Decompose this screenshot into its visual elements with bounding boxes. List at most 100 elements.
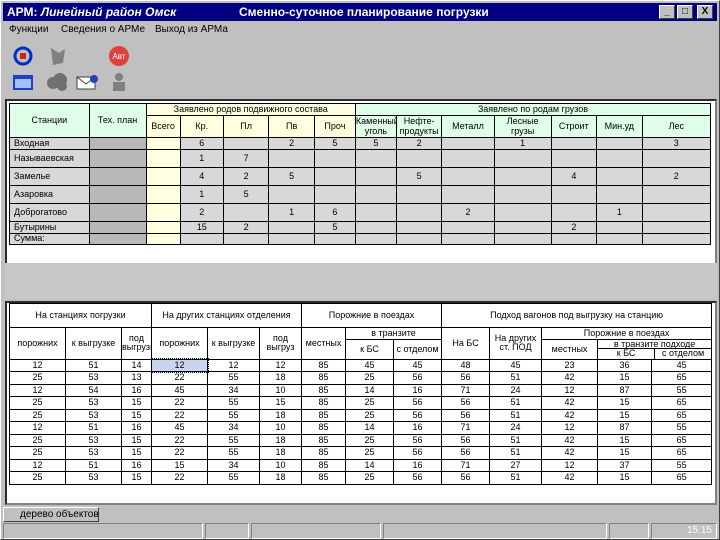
cell[interactable] <box>596 149 643 168</box>
cell[interactable]: 45 <box>393 358 443 373</box>
cell[interactable]: 12 <box>541 458 599 473</box>
cell[interactable]: 10 <box>258 383 303 398</box>
cell[interactable]: 37 <box>597 458 653 473</box>
cell[interactable]: 85 <box>301 446 347 460</box>
cell[interactable]: 2 <box>222 167 270 186</box>
cell[interactable]: 2 <box>268 137 315 150</box>
cell[interactable]: 56 <box>393 433 443 448</box>
cell[interactable]: 1 <box>268 203 315 222</box>
cell[interactable] <box>596 167 643 186</box>
cell[interactable]: 25 <box>9 396 66 410</box>
cell[interactable] <box>354 233 397 245</box>
cell[interactable]: 53 <box>65 408 122 423</box>
cell[interactable]: 18 <box>258 408 303 423</box>
cell[interactable]: 45 <box>651 358 713 373</box>
cell[interactable]: 16 <box>393 458 443 473</box>
cell[interactable] <box>268 149 315 168</box>
cell[interactable] <box>550 233 598 245</box>
cell[interactable]: 53 <box>65 471 122 485</box>
cell[interactable]: 56 <box>393 471 443 485</box>
cell[interactable]: 15 <box>121 396 152 410</box>
cell[interactable]: 2 <box>179 203 224 222</box>
cell[interactable]: 34 <box>207 421 260 435</box>
cell[interactable]: 42 <box>541 471 599 485</box>
cell[interactable]: 3 <box>641 137 712 150</box>
cell[interactable]: 55 <box>207 408 260 423</box>
cell[interactable]: 16 <box>393 421 443 435</box>
cell[interactable]: 85 <box>301 458 347 473</box>
cell[interactable] <box>395 233 443 245</box>
cell[interactable]: 53 <box>65 446 122 460</box>
cell[interactable]: 85 <box>301 358 347 373</box>
cell[interactable] <box>641 203 712 222</box>
cell[interactable] <box>641 233 712 245</box>
cell[interactable]: 56 <box>393 446 443 460</box>
refresh-icon[interactable] <box>9 43 37 69</box>
cell[interactable] <box>179 233 224 245</box>
cell[interactable]: 24 <box>489 421 543 435</box>
cell[interactable]: 6 <box>179 137 224 150</box>
cell[interactable]: 56 <box>441 446 491 460</box>
cell[interactable]: 55 <box>207 433 260 448</box>
cell[interactable]: 12 <box>9 458 66 473</box>
person-icon[interactable] <box>105 69 133 95</box>
cell[interactable]: 34 <box>207 458 260 473</box>
cell[interactable] <box>354 185 397 204</box>
cell[interactable]: 12 <box>258 358 303 373</box>
cell[interactable]: 15 <box>121 471 152 485</box>
cell[interactable] <box>596 185 643 204</box>
cell[interactable]: 18 <box>258 371 303 385</box>
cell[interactable]: 55 <box>207 471 260 485</box>
cell[interactable]: 42 <box>541 446 599 460</box>
cell[interactable]: 24 <box>489 383 543 398</box>
cell[interactable] <box>395 149 443 168</box>
cell[interactable]: 4 <box>550 167 598 186</box>
cell[interactable]: 65 <box>651 433 713 448</box>
cell[interactable] <box>145 203 181 222</box>
cell[interactable]: 65 <box>651 396 713 410</box>
cell[interactable]: 42 <box>541 371 599 385</box>
cell[interactable]: 16 <box>121 458 152 473</box>
cell[interactable]: 55 <box>651 383 713 398</box>
cell[interactable]: 23 <box>541 358 599 373</box>
tech-plan-cell[interactable] <box>88 137 147 150</box>
cell[interactable]: 18 <box>258 446 303 460</box>
cell[interactable]: 36 <box>597 358 653 373</box>
cell[interactable] <box>441 137 495 150</box>
cell[interactable] <box>550 185 598 204</box>
cell[interactable] <box>222 137 270 150</box>
cell[interactable]: 51 <box>65 358 122 373</box>
cell[interactable]: 65 <box>651 446 713 460</box>
cell[interactable]: 45 <box>489 358 543 373</box>
cell[interactable]: 2 <box>222 221 270 234</box>
cell[interactable] <box>441 185 495 204</box>
cell[interactable]: 85 <box>301 421 347 435</box>
cell[interactable] <box>493 221 552 234</box>
cell[interactable]: 27 <box>489 458 543 473</box>
cell[interactable]: 10 <box>258 458 303 473</box>
cell[interactable] <box>493 203 552 222</box>
cell[interactable] <box>441 167 495 186</box>
cell[interactable]: 22 <box>151 371 208 385</box>
cell[interactable]: 51 <box>489 433 543 448</box>
cell[interactable] <box>313 167 356 186</box>
tree-window-tab[interactable]: дерево объектов <box>3 507 99 522</box>
cell[interactable]: 71 <box>441 421 491 435</box>
cell[interactable] <box>268 185 315 204</box>
cell[interactable]: 55 <box>207 371 260 385</box>
cell[interactable]: 22 <box>151 471 208 485</box>
cell[interactable] <box>493 233 552 245</box>
cell[interactable]: 55 <box>651 458 713 473</box>
cell[interactable]: 15 <box>151 458 208 473</box>
cell[interactable]: 5 <box>395 167 443 186</box>
cell[interactable]: 22 <box>151 446 208 460</box>
envelope-icon[interactable] <box>73 69 101 95</box>
cell[interactable]: 51 <box>489 408 543 423</box>
cell[interactable]: 15 <box>597 408 653 423</box>
cell[interactable]: 51 <box>489 371 543 385</box>
cell[interactable]: 56 <box>441 433 491 448</box>
cell[interactable] <box>641 185 712 204</box>
cell[interactable]: 65 <box>651 408 713 423</box>
cell[interactable]: 15 <box>597 433 653 448</box>
cell[interactable]: 65 <box>651 371 713 385</box>
